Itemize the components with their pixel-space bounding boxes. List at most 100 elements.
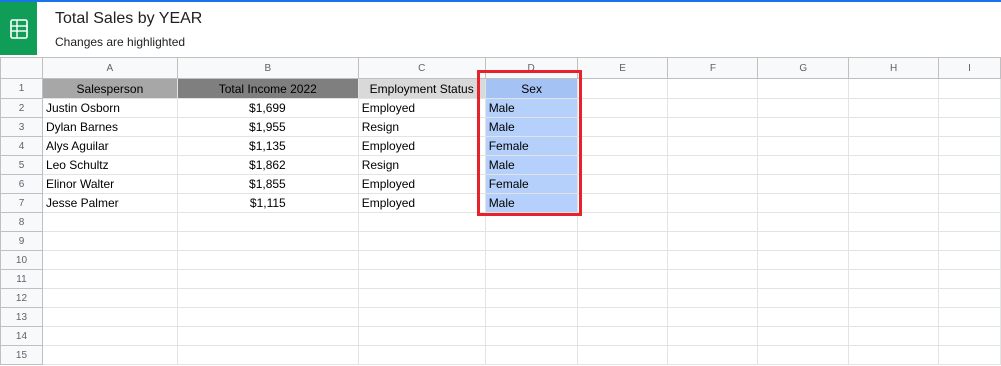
column-header-a[interactable]: A [41, 57, 178, 79]
cell[interactable] [176, 345, 359, 365]
cell[interactable] [357, 212, 486, 232]
row-header[interactable]: 8 [0, 212, 43, 232]
cell[interactable] [757, 231, 850, 251]
cell[interactable] [484, 307, 578, 327]
cell[interactable] [357, 269, 486, 289]
cell[interactable] [757, 307, 850, 327]
cell[interactable] [757, 250, 850, 270]
cell-salesperson[interactable]: Justin Osborn [41, 98, 178, 118]
cell[interactable] [667, 250, 759, 270]
cell[interactable] [484, 269, 578, 289]
cell[interactable] [757, 78, 850, 99]
header-cell-sex[interactable]: Sex [484, 78, 578, 99]
row-header[interactable]: 13 [0, 307, 43, 327]
cell[interactable] [848, 212, 940, 232]
cell[interactable] [938, 288, 1001, 308]
cell[interactable] [357, 326, 486, 346]
cell-salesperson[interactable]: Alys Aguilar [41, 136, 178, 156]
header-cell-total-income[interactable]: Total Income 2022 [176, 78, 359, 99]
cell[interactable] [938, 231, 1001, 251]
cell-employment-status[interactable]: Employed [357, 174, 486, 194]
cell[interactable] [41, 269, 178, 289]
cell[interactable] [667, 345, 759, 365]
row-header[interactable]: 3 [0, 117, 43, 137]
column-header-g[interactable]: G [757, 57, 850, 79]
cell[interactable] [757, 136, 850, 156]
cell[interactable] [41, 250, 178, 270]
row-header[interactable]: 7 [0, 193, 43, 213]
cell[interactable] [757, 288, 850, 308]
cell[interactable] [576, 231, 669, 251]
cell[interactable] [576, 269, 669, 289]
cell[interactable] [848, 136, 940, 156]
cell-total-income[interactable]: $1,699 [176, 98, 359, 118]
column-header-d[interactable]: D [484, 57, 578, 79]
cell-total-income[interactable]: $1,862 [176, 155, 359, 175]
cell[interactable] [484, 212, 578, 232]
row-header[interactable]: 15 [0, 345, 43, 365]
cell[interactable] [357, 288, 486, 308]
cell[interactable] [757, 193, 850, 213]
cell[interactable] [848, 174, 940, 194]
header-cell-employment-status[interactable]: Employment Status [357, 78, 486, 99]
cell[interactable] [484, 231, 578, 251]
cell[interactable] [938, 307, 1001, 327]
cell[interactable] [938, 193, 1001, 213]
cell[interactable] [667, 231, 759, 251]
cell-salesperson[interactable]: Elinor Walter [41, 174, 178, 194]
row-header[interactable]: 11 [0, 269, 43, 289]
row-header[interactable]: 9 [0, 231, 43, 251]
row-header[interactable]: 4 [0, 136, 43, 156]
cell[interactable] [848, 269, 940, 289]
cell-salesperson[interactable]: Leo Schultz [41, 155, 178, 175]
cell[interactable] [848, 288, 940, 308]
cell[interactable] [576, 136, 669, 156]
cell[interactable] [176, 250, 359, 270]
cell[interactable] [176, 231, 359, 251]
column-header-i[interactable]: I [938, 57, 1001, 79]
cell[interactable] [484, 288, 578, 308]
column-header-f[interactable]: F [667, 57, 759, 79]
cell[interactable] [41, 288, 178, 308]
cell[interactable] [576, 193, 669, 213]
sheets-app-icon[interactable] [0, 2, 37, 55]
row-header[interactable]: 2 [0, 98, 43, 118]
cell[interactable] [576, 326, 669, 346]
cell[interactable] [576, 307, 669, 327]
cell[interactable] [176, 326, 359, 346]
select-all-corner[interactable] [0, 57, 43, 79]
cell[interactable] [938, 269, 1001, 289]
header-cell-salesperson[interactable]: Salesperson [41, 78, 178, 99]
cell-sex[interactable]: Male [484, 98, 578, 118]
cell[interactable] [938, 155, 1001, 175]
cell[interactable] [484, 326, 578, 346]
cell[interactable] [938, 212, 1001, 232]
cell-sex[interactable]: Male [484, 117, 578, 137]
cell[interactable] [667, 155, 759, 175]
cell[interactable] [848, 231, 940, 251]
cell-total-income[interactable]: $1,955 [176, 117, 359, 137]
cell[interactable] [41, 345, 178, 365]
cell[interactable] [484, 250, 578, 270]
cell-salesperson[interactable]: Dylan Barnes [41, 117, 178, 137]
cell-sex[interactable]: Female [484, 136, 578, 156]
cell[interactable] [667, 174, 759, 194]
cell[interactable] [757, 345, 850, 365]
cell-sex[interactable]: Male [484, 155, 578, 175]
cell[interactable] [176, 288, 359, 308]
cell[interactable] [176, 307, 359, 327]
row-header[interactable]: 6 [0, 174, 43, 194]
cell[interactable] [667, 288, 759, 308]
column-header-e[interactable]: E [576, 57, 669, 79]
cell[interactable] [576, 212, 669, 232]
cell[interactable] [938, 326, 1001, 346]
cell-sex[interactable]: Male [484, 193, 578, 213]
cell-employment-status[interactable]: Employed [357, 98, 486, 118]
cell[interactable] [757, 174, 850, 194]
cell[interactable] [938, 136, 1001, 156]
cell[interactable] [176, 212, 359, 232]
cell[interactable] [938, 98, 1001, 118]
cell[interactable] [667, 117, 759, 137]
cell[interactable] [848, 326, 940, 346]
cell[interactable] [41, 307, 178, 327]
